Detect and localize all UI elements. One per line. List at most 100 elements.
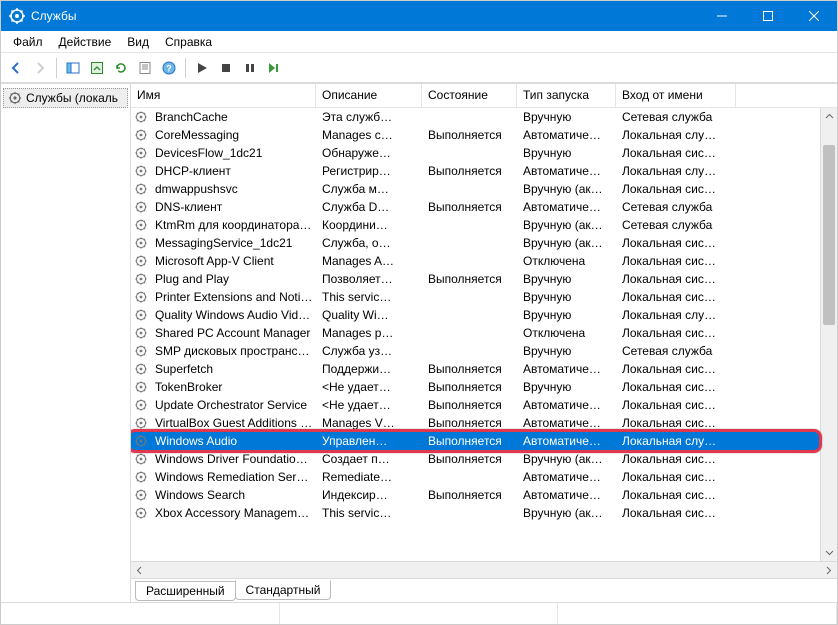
- service-row[interactable]: Microsoft App-V ClientManages A…Отключен…: [131, 252, 837, 270]
- gear-icon: [133, 487, 149, 503]
- service-row[interactable]: Xbox Accessory Manageme…This servic…Вруч…: [131, 504, 837, 522]
- service-row[interactable]: Printer Extensions and Notif…This servic…: [131, 288, 837, 306]
- service-description: This servic…: [318, 506, 424, 520]
- service-row[interactable]: MessagingService_1dc21Служба, о…Вручную …: [131, 234, 837, 252]
- service-row[interactable]: DevicesFlow_1dc21Обнаруже…ВручнуюЛокальн…: [131, 144, 837, 162]
- scroll-up-button[interactable]: [821, 108, 837, 125]
- service-start-type: Отключена: [519, 326, 618, 340]
- menu-help[interactable]: Справка: [157, 33, 220, 51]
- service-start-type: Вручную (ак…: [519, 182, 618, 196]
- toolbar: ?: [1, 53, 837, 83]
- service-row[interactable]: SuperfetchПоддержи…ВыполняетсяАвтоматиче…: [131, 360, 837, 378]
- header-logon[interactable]: Вход от имени: [616, 84, 736, 107]
- close-button[interactable]: [791, 1, 837, 31]
- menu-file[interactable]: Файл: [5, 33, 51, 51]
- service-state: Выполняется: [424, 362, 519, 376]
- service-description: Создает п…: [318, 452, 424, 466]
- forward-button[interactable]: [29, 57, 51, 79]
- service-row[interactable]: BranchCacheЭта служб…ВручнуюСетевая служ…: [131, 108, 837, 126]
- gear-icon: [133, 163, 149, 179]
- service-row[interactable]: CoreMessagingManages c…ВыполняетсяАвтома…: [131, 126, 837, 144]
- service-start-type: Автоматиче…: [519, 362, 618, 376]
- service-row[interactable]: DNS-клиентСлужба D…ВыполняетсяАвтоматиче…: [131, 198, 837, 216]
- service-start-type: Вручную: [519, 344, 618, 358]
- maximize-button[interactable]: [745, 1, 791, 31]
- menubar: Файл Действие Вид Справка: [1, 31, 837, 53]
- menu-action[interactable]: Действие: [51, 33, 120, 51]
- service-state: Выполняется: [424, 128, 519, 142]
- tree-root-item[interactable]: Службы (локаль: [3, 88, 128, 108]
- service-start-type: Автоматиче…: [519, 470, 618, 484]
- service-description: Поддержи…: [318, 362, 424, 376]
- service-name: DNS-клиент: [151, 200, 318, 214]
- stop-service-button[interactable]: [215, 57, 237, 79]
- scroll-left-button[interactable]: [131, 562, 148, 578]
- menu-view[interactable]: Вид: [119, 33, 157, 51]
- scroll-right-button[interactable]: [820, 562, 837, 578]
- properties-button[interactable]: [134, 57, 156, 79]
- service-name: DevicesFlow_1dc21: [151, 146, 318, 160]
- service-row[interactable]: TokenBroker<Не удает…ВыполняетсяВручнуюЛ…: [131, 378, 837, 396]
- back-button[interactable]: [5, 57, 27, 79]
- restart-service-button[interactable]: [263, 57, 285, 79]
- service-row[interactable]: KtmRm для координатора …Координи…Вручную…: [131, 216, 837, 234]
- column-headers: Имя Описание Состояние Тип запуска Вход …: [131, 84, 837, 108]
- service-description: Служба м…: [318, 182, 424, 196]
- service-start-type: Вручную: [519, 290, 618, 304]
- header-description[interactable]: Описание: [316, 84, 422, 107]
- header-state[interactable]: Состояние: [422, 84, 517, 107]
- gear-icon: [133, 343, 149, 359]
- gear-icon: [133, 253, 149, 269]
- scroll-down-button[interactable]: [821, 544, 837, 561]
- gear-icon: [133, 181, 149, 197]
- scroll-track[interactable]: [821, 125, 837, 544]
- service-logon: Сетевая служба: [618, 218, 738, 232]
- service-state: Выполняется: [424, 434, 519, 448]
- service-row[interactable]: DHCP-клиентРегистрир…ВыполняетсяАвтомати…: [131, 162, 837, 180]
- vertical-scrollbar[interactable]: [820, 108, 837, 561]
- service-row[interactable]: Update Orchestrator Service<Не удает…Вып…: [131, 396, 837, 414]
- titlebar[interactable]: Службы: [1, 1, 837, 31]
- service-row[interactable]: Windows Driver Foundation…Создает п…Выпо…: [131, 450, 837, 468]
- service-start-type: Вручную (ак…: [519, 236, 618, 250]
- scroll-thumb[interactable]: [823, 145, 835, 325]
- tab-standard[interactable]: Стандартный: [235, 580, 332, 600]
- service-state: Выполняется: [424, 398, 519, 412]
- service-start-type: Отключена: [519, 254, 618, 268]
- service-row[interactable]: SMP дисковых пространст…Служба уз…Вручну…: [131, 342, 837, 360]
- service-logon: Локальная сис…: [618, 362, 738, 376]
- tab-extended[interactable]: Расширенный: [135, 581, 236, 601]
- minimize-button[interactable]: [699, 1, 745, 31]
- service-row[interactable]: Plug and PlayПозволяет…ВыполняетсяВручну…: [131, 270, 837, 288]
- service-logon: Локальная слу…: [618, 128, 738, 142]
- service-state: Выполняется: [424, 416, 519, 430]
- tree-panel[interactable]: Службы (локаль: [1, 84, 131, 602]
- service-description: Индексир…: [318, 488, 424, 502]
- service-list[interactable]: BranchCacheЭта служб…ВручнуюСетевая служ…: [131, 108, 837, 561]
- export-list-button[interactable]: [86, 57, 108, 79]
- horizontal-scrollbar[interactable]: [131, 561, 837, 578]
- bottom-tabs: Расширенный Стандартный: [131, 578, 837, 602]
- refresh-button[interactable]: [110, 57, 132, 79]
- service-logon: Сетевая служба: [618, 344, 738, 358]
- service-name: VirtualBox Guest Additions …: [151, 416, 318, 430]
- pause-service-button[interactable]: [239, 57, 261, 79]
- service-row[interactable]: VirtualBox Guest Additions …Manages V…Вы…: [131, 414, 837, 432]
- service-description: <Не удает…: [318, 380, 424, 394]
- start-service-button[interactable]: [191, 57, 213, 79]
- service-row[interactable]: Windows SearchИндексир…ВыполняетсяАвтома…: [131, 486, 837, 504]
- help-button[interactable]: ?: [158, 57, 180, 79]
- service-row[interactable]: Windows Remediation Servi…Remediate…Авто…: [131, 468, 837, 486]
- service-row[interactable]: Quality Windows Audio Vid…Quality Wi…Вру…: [131, 306, 837, 324]
- header-name[interactable]: Имя: [131, 84, 316, 107]
- header-start-type[interactable]: Тип запуска: [517, 84, 616, 107]
- service-start-type: Вручную: [519, 272, 618, 286]
- service-row[interactable]: Windows AudioУправлен…ВыполняетсяАвтомат…: [131, 432, 837, 450]
- show-hide-tree-button[interactable]: [62, 57, 84, 79]
- service-row[interactable]: Shared PC Account ManagerManages p…Отклю…: [131, 324, 837, 342]
- service-start-type: Вручную: [519, 380, 618, 394]
- service-state: Выполняется: [424, 164, 519, 178]
- service-description: Manages p…: [318, 326, 424, 340]
- service-logon: Локальная сис…: [618, 272, 738, 286]
- service-row[interactable]: dmwappushsvcСлужба м…Вручную (ак…Локальн…: [131, 180, 837, 198]
